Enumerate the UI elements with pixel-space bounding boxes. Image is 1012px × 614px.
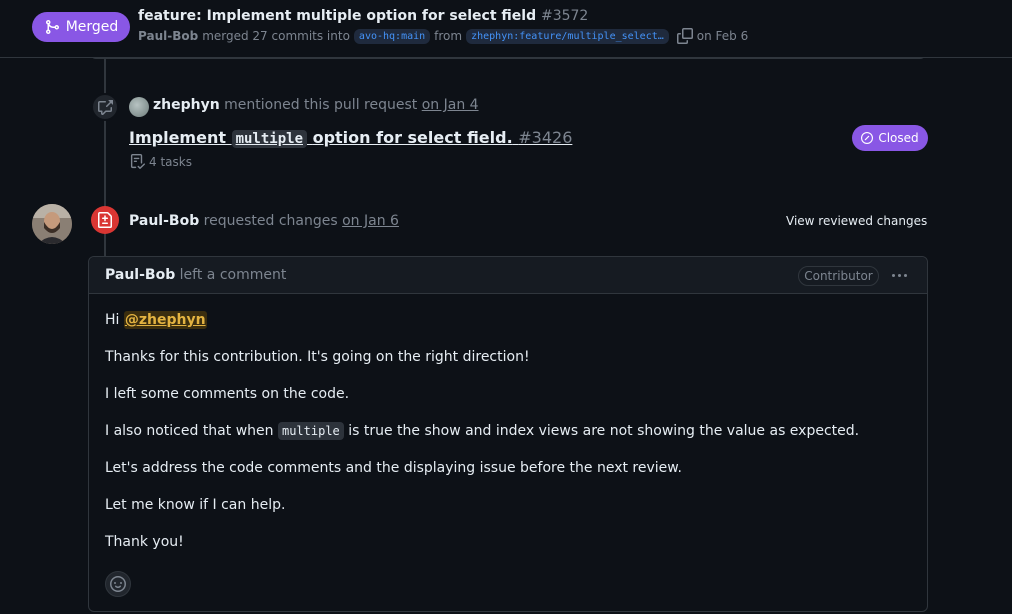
closed-status-badge: Closed (852, 125, 928, 151)
head-branch[interactable]: zhephyn:feature/multiple_select… (466, 28, 669, 44)
closed-status-label: Closed (878, 131, 919, 145)
file-diff-icon (98, 212, 112, 228)
mention-text: mentioned this pull request (224, 97, 418, 113)
comment-header: Paul-Bob left a comment Contributor (89, 257, 927, 294)
kebab-menu-icon[interactable] (889, 267, 909, 283)
merge-date: on Feb 6 (696, 29, 749, 43)
state-label: Merged (65, 19, 119, 35)
pr-title-text: feature: Implement multiple option for s… (138, 8, 537, 24)
paul-bob-avatar[interactable] (32, 204, 72, 244)
skip-circle-icon (861, 132, 874, 144)
avatar-portrait (32, 204, 72, 244)
ref-pr-number: #3426 (518, 128, 573, 147)
comment-line-6: Thank you! (105, 534, 184, 550)
ref-title-after: option for select field. (312, 128, 513, 147)
zhephyn-avatar[interactable] (129, 97, 149, 117)
mention-event-line: zhephyn mentioned this pull request on J… (153, 97, 479, 113)
pr-sticky-header: Merged feature: Implement multiple optio… (0, 0, 1012, 58)
copy-icon[interactable] (676, 28, 693, 44)
comment-line-2: I left some comments on the code. (105, 386, 350, 402)
mention-user-link[interactable]: zhephyn (153, 97, 220, 113)
comment-action: left a comment (179, 267, 287, 283)
checklist-icon (130, 154, 145, 169)
line3-before: I also noticed that when (105, 423, 274, 439)
contributor-badge: Contributor (798, 266, 879, 286)
add-reaction-button[interactable] (105, 571, 131, 597)
review-text: requested changes (203, 213, 338, 229)
pr-meta: Paul-Bob merged 27 commits into avo-hq:m… (138, 28, 748, 44)
git-merge-icon (45, 20, 59, 34)
line3-code: multiple (277, 422, 344, 440)
ref-title-code: multiple (231, 130, 307, 148)
mention-date-link[interactable]: on Jan 4 (422, 97, 479, 113)
smiley-icon (110, 576, 126, 592)
task-count: 4 tasks (130, 154, 192, 169)
changes-requested-event (91, 206, 119, 234)
view-reviewed-changes-button[interactable]: View reviewed changes (786, 214, 927, 228)
comment-line-3: I also noticed that when multiple is tru… (105, 422, 860, 440)
comment-line-4: Let's address the code comments and the … (105, 460, 682, 476)
user-mention-link[interactable]: @zhephyn (123, 311, 207, 329)
task-count-label: 4 tasks (149, 154, 192, 169)
referenced-pr-link[interactable]: Implement multiple option for select fie… (129, 128, 573, 148)
pr-title: feature: Implement multiple option for s… (138, 8, 588, 24)
review-comment: Paul-Bob left a comment Contributor Hi @… (88, 256, 928, 612)
ref-title-before: Implement (129, 128, 226, 147)
cross-reference-event (91, 93, 119, 121)
from-text: from (434, 29, 463, 43)
review-date-link[interactable]: on Jan 6 (342, 213, 399, 229)
merged-state-badge: Merged (32, 12, 130, 42)
comment-line-5: Let me know if I can help. (105, 497, 286, 513)
pr-author-link[interactable]: Paul-Bob (138, 29, 198, 43)
pr-number: #3572 (540, 8, 589, 24)
greeting: Hi (105, 312, 120, 328)
comment-greeting-line: Hi @zhephyn (105, 311, 207, 329)
line3-after: is true the show and index views are not… (348, 423, 860, 439)
cross-reference-icon (98, 100, 113, 115)
merged-text: merged 27 commits into (202, 29, 350, 43)
comment-line-1: Thanks for this contribution. It's going… (105, 349, 530, 365)
comment-author-link[interactable]: Paul-Bob (105, 267, 175, 283)
base-branch[interactable]: avo-hq:main (353, 28, 431, 44)
reviewer-link[interactable]: Paul-Bob (129, 213, 199, 229)
comment-header-text: Paul-Bob left a comment (105, 267, 286, 283)
review-event-line: Paul-Bob requested changes on Jan 6 (129, 213, 399, 229)
